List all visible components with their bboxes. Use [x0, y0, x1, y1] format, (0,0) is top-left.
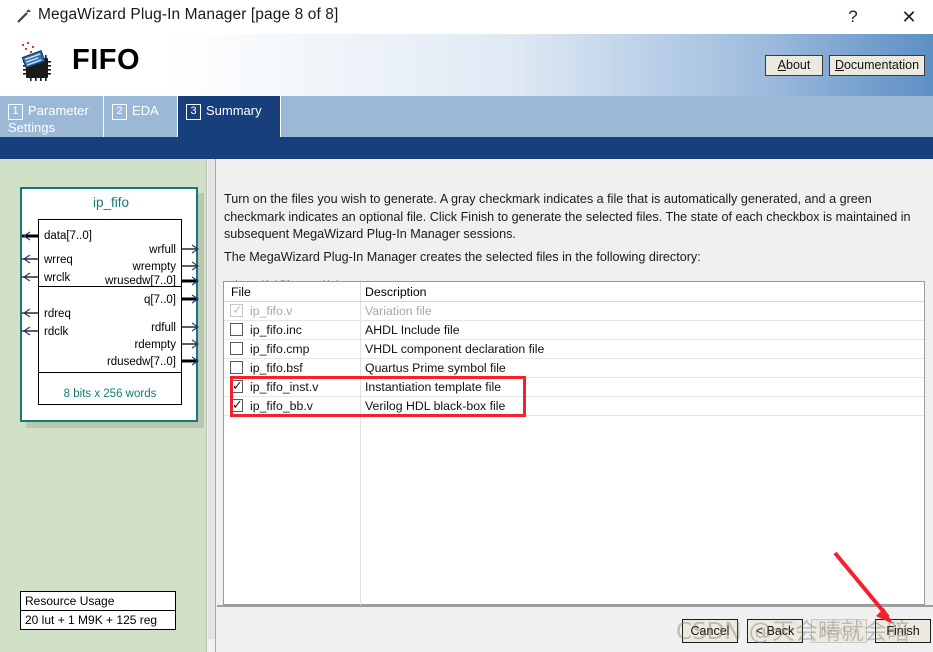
page-title: FIFO: [72, 44, 141, 76]
file-table-header: File Description: [224, 282, 924, 302]
table-row[interactable]: ✓ ip_fifo.v Variation file: [224, 302, 924, 321]
file-name: ip_fifo.inc: [250, 323, 302, 337]
tab-summary[interactable]: 3 Summary: [178, 96, 281, 137]
table-row[interactable]: ip_fifo.bsf Quartus Prime symbol file: [224, 359, 924, 378]
window-title: MegaWizard Plug-In Manager [page 8 of 8]: [38, 6, 339, 23]
doc-accel: D: [834, 58, 844, 72]
table-row[interactable]: ip_fifo.inc AHDL Include file: [224, 321, 924, 340]
about-button[interactable]: About: [765, 55, 823, 76]
file-checkbox[interactable]: ✓: [230, 378, 243, 393]
checkmark-icon: ✓: [232, 302, 243, 317]
file-description: Instantiation template file: [365, 380, 502, 394]
accent-band: [0, 137, 933, 159]
checkmark-icon: ✓: [232, 378, 243, 393]
file-checkbox[interactable]: [230, 342, 243, 355]
doc-label: ocumentation: [843, 58, 920, 72]
file-name: ip_fifo.v: [250, 304, 293, 318]
file-checkbox[interactable]: ✓: [230, 397, 243, 412]
wizard-wand-icon: [16, 9, 32, 25]
file-description: Quartus Prime symbol file: [365, 361, 506, 375]
tab-label: EDA: [132, 103, 159, 118]
megawizard-window: MegaWizard Plug-In Manager [page 8 of 8]…: [0, 0, 933, 652]
column-header-file: File: [231, 285, 251, 299]
file-checkbox[interactable]: [230, 323, 243, 336]
resource-usage-value: 20 lut + 1 M9K + 125 reg: [25, 613, 158, 627]
file-name: ip_fifo_inst.v: [250, 380, 319, 394]
instructions-paragraph: Turn on the files you wish to generate. …: [224, 192, 911, 241]
checkmark-icon: ✓: [232, 397, 243, 412]
table-row[interactable]: ✓ ip_fifo_bb.v Verilog HDL black-box fil…: [224, 397, 924, 416]
wizard-footer: Cancel < Back Next > Finish: [217, 607, 933, 652]
tab-eda[interactable]: 2 EDA: [104, 96, 178, 137]
file-name: ip_fifo.bsf: [250, 361, 303, 375]
file-description: Variation file: [365, 304, 432, 318]
file-description: VHDL component declaration file: [365, 342, 545, 356]
back-button[interactable]: < Back: [747, 619, 803, 643]
close-icon[interactable]: ✕: [895, 4, 923, 30]
preview-panel: ip_fifo data[7..0] wrreq wrclk wrfull wr…: [0, 159, 216, 652]
tab-label: Summary: [206, 103, 262, 118]
file-name: ip_fifo_bb.v: [250, 399, 313, 413]
resource-usage-title: Resource Usage: [21, 592, 175, 611]
file-checkbox[interactable]: [230, 361, 243, 374]
finish-button[interactable]: Finish: [875, 619, 931, 643]
file-description: AHDL Include file: [365, 323, 460, 337]
table-row[interactable]: ✓ ip_fifo_inst.v Instantiation template …: [224, 378, 924, 397]
wizard-tabs: 1 Parameter Settings 2 EDA 3 Summary: [0, 96, 933, 137]
column-header-description: Description: [365, 285, 427, 299]
file-checkbox: ✓: [230, 302, 243, 317]
tab-number: 1: [8, 104, 23, 120]
preview-scrollbar[interactable]: [206, 159, 215, 652]
table-row[interactable]: ip_fifo.cmp VHDL component declaration f…: [224, 340, 924, 359]
about-accel: A: [777, 58, 786, 72]
file-description: Verilog HDL black-box file: [365, 399, 506, 413]
block-diagram: ip_fifo data[7..0] wrreq wrclk wrfull wr…: [20, 187, 200, 422]
port-pins: [22, 231, 200, 366]
resource-usage-box: Resource Usage 20 lut + 1 M9K + 125 reg: [20, 591, 176, 630]
brand-header: FIFO About Documentation: [0, 34, 933, 96]
cancel-button[interactable]: Cancel: [682, 619, 738, 643]
tab-number: 2: [112, 104, 127, 120]
tab-strip-filler: [281, 96, 933, 137]
directory-intro-paragraph: The MegaWizard Plug-In Manager creates t…: [224, 250, 701, 264]
about-label: bout: [786, 58, 811, 72]
tab-number: 3: [186, 104, 201, 120]
tab-parameter-settings[interactable]: 1 Parameter Settings: [0, 96, 104, 137]
file-table: File Description ✓ ip_fifo.v Variation f…: [223, 281, 925, 606]
summary-content: Turn on the files you wish to generate. …: [217, 159, 933, 652]
chip-logo-icon: [14, 40, 62, 88]
title-bar: MegaWizard Plug-In Manager [page 8 of 8]…: [0, 0, 933, 35]
documentation-button[interactable]: Documentation: [829, 55, 925, 76]
preview-scrollbar-thumb[interactable]: [208, 159, 215, 639]
help-icon[interactable]: ?: [840, 4, 866, 30]
next-button: Next >: [811, 619, 867, 643]
file-name: ip_fifo.cmp: [250, 342, 310, 356]
